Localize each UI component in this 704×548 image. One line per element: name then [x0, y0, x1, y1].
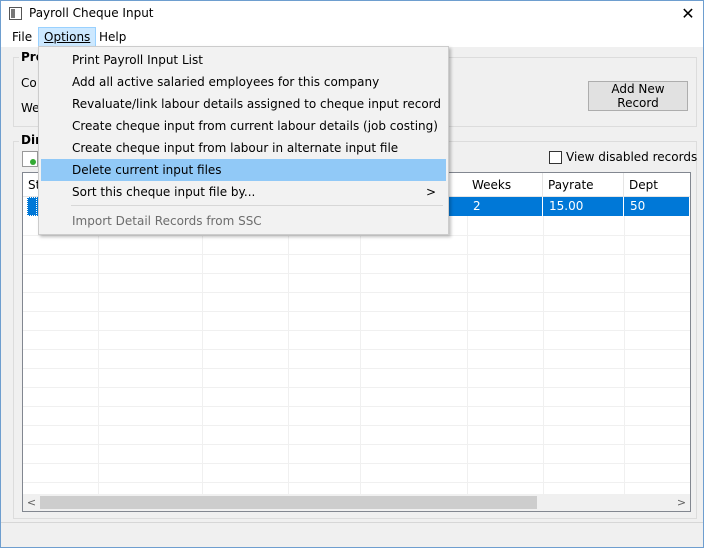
- scroll-right-icon[interactable]: >: [673, 494, 690, 511]
- add-record-icon[interactable]: [22, 151, 38, 167]
- grid-line: [23, 387, 690, 388]
- scroll-thumb[interactable]: [40, 496, 537, 509]
- grid-line: [288, 197, 289, 497]
- scroll-left-icon[interactable]: <: [23, 494, 40, 511]
- menu-item-add-salaried[interactable]: Add all active salaried employees for th…: [41, 71, 446, 93]
- options-menu: Print Payroll Input List Add all active …: [38, 46, 449, 235]
- menu-file[interactable]: File: [7, 27, 37, 47]
- menu-help[interactable]: Help: [94, 27, 131, 47]
- add-new-record-button[interactable]: Add New Record: [588, 81, 688, 111]
- grid-line: [23, 482, 690, 483]
- menu-item-print-list[interactable]: Print Payroll Input List: [41, 49, 446, 71]
- grid-line: [23, 425, 690, 426]
- row-focus-indicator: [27, 197, 37, 216]
- menu-separator: [71, 205, 443, 206]
- menu-options[interactable]: Options: [38, 27, 97, 47]
- grid-line: [624, 197, 625, 497]
- grid-line: [23, 273, 690, 274]
- menu-item-sort-by-label: Sort this cheque input file by...: [72, 185, 256, 199]
- status-bar: [1, 522, 703, 547]
- col-payrate[interactable]: Payrate: [543, 173, 624, 197]
- grid-line: [23, 368, 690, 369]
- menu-bar: File Options Help: [1, 27, 703, 47]
- company-label: Co: [21, 76, 37, 90]
- menu-item-create-from-alternate[interactable]: Create cheque input from labour in alter…: [41, 137, 446, 159]
- window-icon: [9, 7, 22, 20]
- horizontal-scrollbar[interactable]: < >: [23, 494, 690, 511]
- grid-line: [23, 311, 690, 312]
- grid-line: [23, 349, 690, 350]
- menu-item-import-ssc: Import Detail Records from SSC: [72, 214, 262, 228]
- view-disabled-checkbox[interactable]: View disabled records: [549, 150, 697, 166]
- menu-item-sort-by[interactable]: Sort this cheque input file by... >: [41, 181, 446, 203]
- grid-line: [23, 444, 690, 445]
- cell-payrate[interactable]: 15.00: [543, 197, 624, 216]
- week-label: We: [21, 101, 40, 115]
- menu-item-delete-input-files[interactable]: Delete current input files: [41, 159, 446, 181]
- cell-dept[interactable]: 50: [624, 197, 689, 216]
- cell-weeks[interactable]: 2: [467, 197, 543, 216]
- grid-line: [23, 406, 690, 407]
- window-title: Payroll Cheque Input: [29, 6, 154, 20]
- view-disabled-label: View disabled records: [566, 150, 698, 164]
- title-bar: Payroll Cheque Input ✕: [1, 1, 703, 27]
- col-weeks[interactable]: Weeks: [467, 173, 543, 197]
- grid-line: [23, 463, 690, 464]
- checkbox-box[interactable]: [549, 151, 562, 164]
- main-window: Payroll Cheque Input ✕ File Options Help…: [0, 0, 704, 548]
- close-icon[interactable]: ✕: [673, 1, 703, 27]
- grid-line: [543, 197, 544, 497]
- col-dept[interactable]: Dept: [624, 173, 690, 197]
- grid-line: [98, 197, 99, 497]
- grid-line: [23, 292, 690, 293]
- menu-item-create-from-labour[interactable]: Create cheque input from current labour …: [41, 115, 446, 137]
- grid-line: [23, 235, 690, 236]
- grid-line: [23, 330, 690, 331]
- grid-line: [23, 254, 690, 255]
- menu-options-label: Options: [44, 30, 91, 44]
- grid-line: [202, 197, 203, 497]
- grid-line: [360, 197, 361, 497]
- submenu-arrow-icon: >: [425, 185, 436, 199]
- grid-line: [467, 197, 468, 497]
- menu-item-revaluate-labour[interactable]: Revaluate/link labour details assigned t…: [41, 93, 446, 115]
